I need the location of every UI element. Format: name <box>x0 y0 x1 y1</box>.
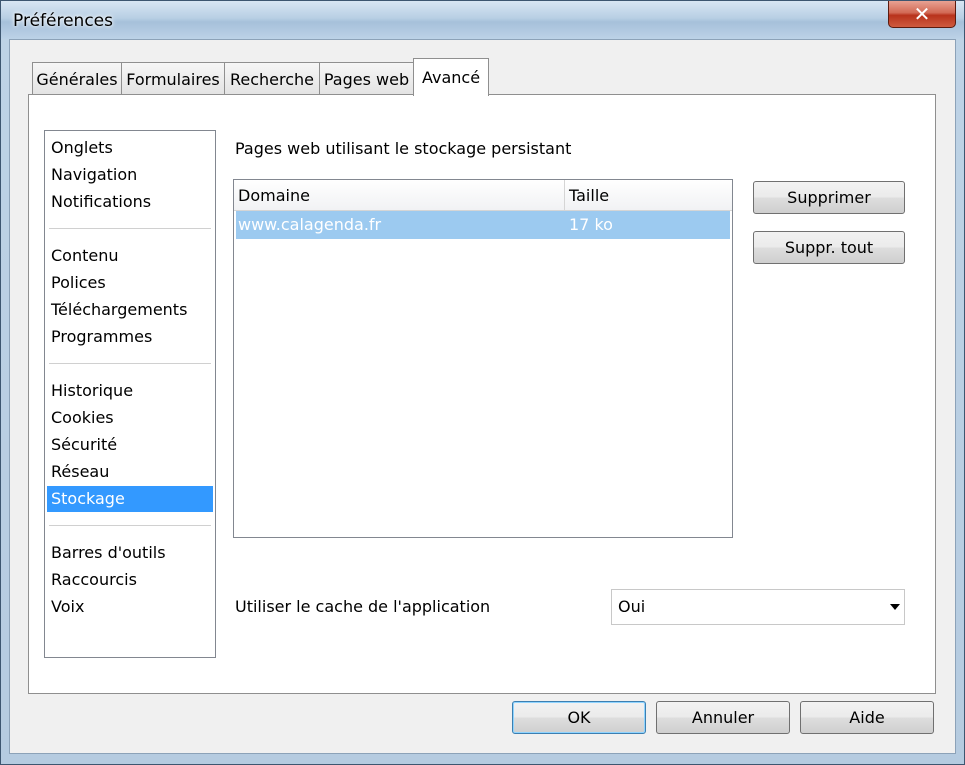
category-telechargements[interactable]: Téléchargements <box>47 297 213 323</box>
ok-button-label: OK <box>567 708 591 727</box>
cache-select[interactable]: Oui <box>611 589 905 625</box>
category-contenu[interactable]: Contenu <box>47 243 213 269</box>
column-header-domaine[interactable]: Domaine <box>234 180 565 210</box>
title-bar[interactable]: Préférences ✕ <box>1 1 964 39</box>
category-list[interactable]: Onglets Navigation Notifications Contenu… <box>44 130 216 658</box>
table-row[interactable]: www.calagenda.fr 17 ko <box>236 211 730 239</box>
help-button[interactable]: Aide <box>800 701 934 734</box>
category-reseau[interactable]: Réseau <box>47 459 213 485</box>
category-notifications[interactable]: Notifications <box>47 189 213 215</box>
tab-recherche[interactable]: Recherche <box>224 62 320 95</box>
ok-button[interactable]: OK <box>512 701 646 734</box>
close-icon: ✕ <box>913 2 931 26</box>
category-historique[interactable]: Historique <box>47 378 213 404</box>
category-voix[interactable]: Voix <box>47 594 213 620</box>
tab-label: Recherche <box>229 69 315 89</box>
category-onglets[interactable]: Onglets <box>47 135 213 161</box>
delete-button[interactable]: Supprimer <box>753 181 905 214</box>
tab-generales[interactable]: Générales <box>32 62 122 95</box>
close-button[interactable]: ✕ <box>888 1 956 28</box>
tab-label: Avancé <box>421 68 481 87</box>
category-separator <box>49 363 211 364</box>
tab-avance[interactable]: Avancé <box>413 58 489 96</box>
category-programmes[interactable]: Programmes <box>47 324 213 350</box>
column-header-taille[interactable]: Taille <box>565 180 730 210</box>
category-cookies[interactable]: Cookies <box>47 405 213 431</box>
category-separator <box>49 525 211 526</box>
cancel-button-label: Annuler <box>691 708 755 727</box>
cancel-button[interactable]: Annuler <box>656 701 790 734</box>
category-securite[interactable]: Sécurité <box>47 432 213 458</box>
window-title: Préférences <box>13 11 113 31</box>
cache-select-value: Oui <box>618 597 646 616</box>
tab-label: Générales <box>36 69 118 89</box>
category-raccourcis[interactable]: Raccourcis <box>47 567 213 593</box>
cache-label: Utiliser le cache de l'application <box>235 597 491 616</box>
category-polices[interactable]: Polices <box>47 270 213 296</box>
category-stockage[interactable]: Stockage <box>47 486 213 512</box>
delete-button-label: Supprimer <box>787 188 871 207</box>
category-separator <box>49 228 211 229</box>
tab-label: Pages web <box>323 69 410 89</box>
tab-formulaires[interactable]: Formulaires <box>121 62 225 95</box>
dialog-client-area: Générales Formulaires Recherche Pages we… <box>9 39 956 754</box>
tab-pages-web[interactable]: Pages web <box>319 62 414 95</box>
cell-size: 17 ko <box>569 215 613 234</box>
delete-all-button[interactable]: Suppr. tout <box>753 231 905 264</box>
preferences-window: Préférences ✕ Générales Formulaires Rech… <box>0 0 965 765</box>
delete-all-button-label: Suppr. tout <box>784 238 874 257</box>
cell-domain: www.calagenda.fr <box>238 215 382 234</box>
table-header: Domaine Taille <box>234 180 732 211</box>
advanced-tab-panel: Onglets Navigation Notifications Contenu… <box>28 94 936 694</box>
category-navigation[interactable]: Navigation <box>47 162 213 188</box>
storage-section-label: Pages web utilisant le stockage persista… <box>235 139 572 158</box>
category-barres-outils[interactable]: Barres d'outils <box>47 540 213 566</box>
tab-label: Formulaires <box>126 69 220 89</box>
help-button-label: Aide <box>849 708 885 727</box>
chevron-down-icon <box>890 604 900 610</box>
storage-table[interactable]: Domaine Taille www.calagenda.fr 17 ko <box>233 179 733 538</box>
